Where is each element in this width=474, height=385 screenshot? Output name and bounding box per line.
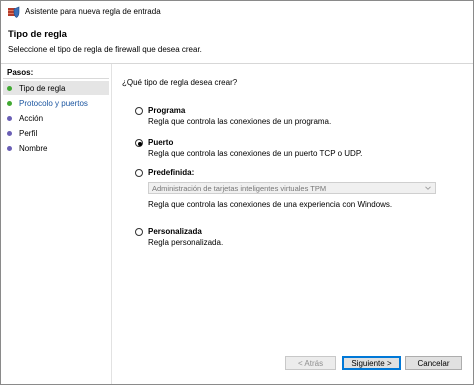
cancel-button[interactable]: Cancelar [405, 356, 462, 370]
steps-label: Pasos: [7, 68, 34, 77]
title-bar: Asistente para nueva regla de entrada [1, 1, 473, 23]
window-title: Asistente para nueva regla de entrada [25, 7, 161, 16]
steps-divider [3, 78, 109, 79]
option-desc-puerto: Regla que controla las conexiones de un … [148, 149, 363, 158]
step-status-icon [7, 115, 12, 121]
step-status-icon [7, 100, 12, 106]
page-subtitle: Seleccione el tipo de regla de firewall … [8, 45, 202, 54]
select-value: Administración de tarjetas inteligentes … [152, 184, 327, 193]
steps-pane: Pasos: Tipo de regla Protocolo y puertos… [1, 64, 112, 384]
radio-personalizada[interactable] [135, 228, 143, 236]
wizard-window: Asistente para nueva regla de entrada Ti… [0, 0, 474, 385]
step-status-icon [7, 145, 12, 151]
step-accion[interactable]: Acción [3, 111, 109, 125]
step-status-icon [7, 85, 12, 91]
step-status-icon [7, 130, 12, 136]
firewall-shield-icon [8, 6, 20, 18]
step-label: Protocolo y puertos [19, 98, 88, 108]
step-nombre[interactable]: Nombre [3, 141, 109, 155]
chevron-down-icon [425, 186, 431, 190]
option-title-predefinida[interactable]: Predefinida: [148, 168, 194, 177]
rule-type-question: ¿Qué tipo de regla desea crear? [122, 78, 238, 87]
next-button[interactable]: Siguiente > [342, 356, 401, 370]
radio-puerto[interactable] [135, 139, 143, 147]
wizard-header: Tipo de regla Seleccione el tipo de regl… [1, 23, 473, 64]
radio-predefinida[interactable] [135, 169, 143, 177]
page-title: Tipo de regla [8, 29, 67, 40]
option-desc-programa: Regla que controla las conexiones de un … [148, 117, 332, 126]
step-perfil[interactable]: Perfil [3, 126, 109, 140]
step-label: Nombre [19, 143, 48, 153]
step-label: Acción [19, 113, 44, 123]
option-title-puerto[interactable]: Puerto [148, 138, 173, 147]
option-desc-personalizada: Regla personalizada. [148, 238, 224, 247]
main-panel: ¿Qué tipo de regla desea crear? Programa… [112, 64, 473, 384]
predefined-rule-select[interactable]: Administración de tarjetas inteligentes … [148, 182, 436, 194]
step-label: Tipo de regla [19, 83, 66, 93]
option-desc-predefinida: Regla que controla las conexiones de una… [148, 200, 393, 209]
option-title-programa[interactable]: Programa [148, 106, 185, 115]
step-tipo-de-regla[interactable]: Tipo de regla [3, 81, 109, 95]
step-protocolo-y-puertos[interactable]: Protocolo y puertos [3, 96, 109, 110]
option-title-personalizada[interactable]: Personalizada [148, 227, 202, 236]
step-label: Perfil [19, 128, 38, 138]
radio-programa[interactable] [135, 107, 143, 115]
back-button[interactable]: < Atrás [285, 356, 336, 370]
